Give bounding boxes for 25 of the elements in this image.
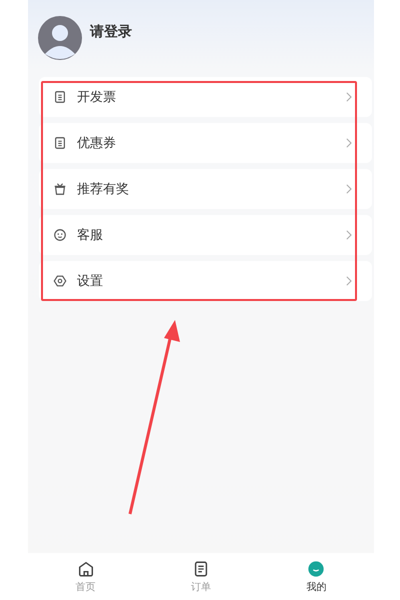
avatar-icon[interactable]	[38, 16, 82, 60]
menu-label: 推荐有奖	[77, 181, 130, 198]
menu-label: 优惠券	[77, 135, 117, 152]
home-icon	[76, 560, 95, 578]
menu-item[interactable]: 优惠券	[39, 123, 372, 163]
chevron-right-icon	[345, 230, 352, 240]
chevron-right-icon	[345, 92, 352, 102]
document-icon	[53, 90, 67, 104]
menu-label: 设置	[77, 273, 104, 290]
gift-icon	[53, 182, 67, 196]
smiley-icon	[53, 228, 67, 242]
menu-label: 开发票	[77, 89, 117, 106]
document-icon	[53, 136, 67, 150]
tab[interactable]: 我的	[258, 553, 374, 600]
menu-item[interactable]: 设置	[39, 261, 372, 301]
profile-icon	[307, 560, 326, 578]
menu-label: 客服	[77, 227, 104, 244]
chevron-right-icon	[345, 276, 352, 286]
login-prompt[interactable]: 请登录	[90, 23, 132, 41]
menu-item[interactable]: 推荐有奖	[39, 169, 372, 209]
settings-icon	[53, 274, 67, 288]
menu-item[interactable]: 开发票	[39, 77, 372, 117]
menu-item[interactable]: 客服	[39, 215, 372, 255]
chevron-right-icon	[345, 138, 352, 148]
chevron-right-icon	[345, 184, 352, 194]
